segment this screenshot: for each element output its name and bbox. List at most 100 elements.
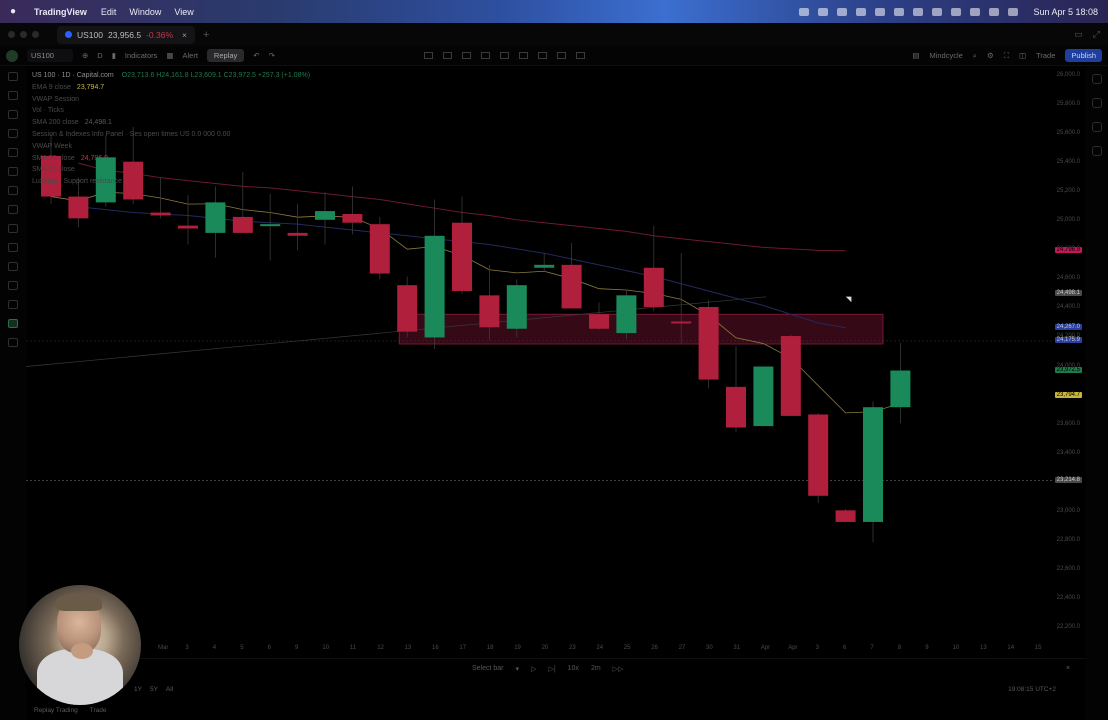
tray-icon[interactable] — [818, 7, 829, 16]
legend-indicator-row[interactable]: VWAP Session — [32, 94, 310, 106]
menu-view[interactable]: View — [174, 7, 193, 17]
tray-icon[interactable] — [951, 7, 962, 16]
trend-line-icon[interactable] — [8, 91, 18, 100]
ruler-icon[interactable] — [8, 224, 18, 233]
menubar-clock[interactable]: Sun Apr 5 18:08 — [1033, 7, 1098, 17]
legend-indicator-row[interactable]: SMA 50 close 24,796.9 — [32, 153, 310, 165]
trash-icon[interactable] — [8, 338, 18, 347]
trade-button[interactable]: Trade — [1036, 51, 1055, 60]
tab-trade[interactable]: Trade — [90, 707, 107, 714]
tool-icon[interactable] — [499, 52, 509, 59]
redo-icon[interactable]: ↷ — [269, 51, 275, 60]
tray-icon[interactable] — [799, 7, 810, 16]
chat-icon[interactable] — [1092, 146, 1102, 156]
step-forward-icon[interactable]: ▷| — [548, 665, 555, 673]
tray-icon[interactable] — [856, 7, 867, 16]
tool-icon[interactable] — [537, 52, 547, 59]
text-icon[interactable] — [8, 186, 18, 195]
eye-icon[interactable] — [8, 300, 18, 309]
chart-pane[interactable]: US 100 · 1D · Capital.com O23,713.6 H24,… — [26, 66, 1082, 658]
jump-to-realtime-icon[interactable]: ▷▷ — [613, 665, 624, 673]
snapshot-icon[interactable]: ◫ — [1019, 51, 1026, 60]
chevron-down-icon[interactable]: ▾ — [516, 665, 520, 673]
tray-icon[interactable] — [913, 7, 924, 16]
interval-button[interactable]: 2m — [591, 665, 601, 672]
quick-search-icon[interactable]: ⌕ — [973, 51, 977, 61]
lock-icon[interactable] — [8, 281, 18, 290]
chart-type-icon[interactable]: ▮ — [112, 51, 116, 60]
speed-button[interactable]: 10x — [568, 665, 579, 672]
legend-indicator-row[interactable]: Session & Indexes Info Panel · Ses open … — [32, 129, 310, 141]
watchlist-icon[interactable] — [1092, 74, 1102, 84]
fullscreen-icon[interactable]: ⤢ — [1093, 29, 1100, 40]
tool-icon[interactable] — [556, 52, 566, 59]
templates-icon[interactable]: ▦ — [166, 51, 173, 60]
menu-window[interactable]: Window — [129, 7, 161, 17]
fullscreen-icon[interactable]: ⛶ — [1004, 51, 1009, 61]
emoji-icon[interactable] — [8, 205, 18, 214]
tray-icon[interactable] — [875, 7, 886, 16]
layers-icon[interactable] — [1092, 122, 1102, 132]
clock-timezone[interactable]: 19:08:15 UTC+2 — [1008, 686, 1056, 693]
minimize-window-button[interactable] — [20, 31, 27, 38]
zoom-window-button[interactable] — [32, 31, 39, 38]
projection-icon[interactable] — [8, 148, 18, 157]
zoom-icon[interactable] — [8, 243, 18, 252]
magnet-icon[interactable] — [8, 262, 18, 271]
indicators-button[interactable]: Indicators — [125, 51, 158, 60]
legend-title[interactable]: US 100 · 1D · Capital.com — [32, 72, 114, 79]
layout-grid-icon[interactable]: ▤ — [912, 51, 919, 60]
play-icon[interactable]: ▷ — [531, 665, 536, 673]
crosshair-icon[interactable] — [8, 72, 18, 81]
tray-icon[interactable] — [894, 7, 905, 16]
chart-tab[interactable]: US100 23,956.5 -0.36% × — [57, 25, 195, 44]
control-center-icon[interactable] — [1008, 7, 1019, 16]
range-button[interactable]: 1Y — [134, 686, 142, 693]
brush-icon[interactable] — [8, 167, 18, 176]
profile-avatar[interactable] — [6, 49, 18, 62]
tool-icon[interactable] — [442, 52, 452, 59]
tool-icon[interactable] — [423, 52, 433, 59]
menu-edit[interactable]: Edit — [101, 7, 117, 17]
legend-indicator-row[interactable]: SMA 20 close — [32, 164, 310, 176]
legend-indicator-row[interactable]: EMA 9 close 23,794.7 — [32, 82, 310, 94]
hide-drawings-icon[interactable] — [8, 319, 18, 328]
close-tab-icon[interactable]: × — [182, 30, 187, 40]
select-bar-button[interactable]: Select bar — [472, 665, 504, 672]
tool-icon[interactable] — [480, 52, 490, 59]
legend-indicator-row[interactable]: VWAP Week — [32, 141, 310, 153]
interval-button[interactable]: D — [97, 51, 102, 60]
close-window-button[interactable] — [8, 31, 15, 38]
price-axis[interactable]: 26,000.0 25,800.0 25,600.0 25,400.0 25,200.0… — [1054, 66, 1082, 658]
range-button[interactable]: 5Y — [150, 686, 158, 693]
tool-icon[interactable] — [518, 52, 528, 59]
settings-icon[interactable]: ⚙ — [987, 51, 994, 60]
tray-icon[interactable] — [837, 7, 848, 16]
add-symbol-icon[interactable]: ⊕ — [82, 51, 88, 60]
tool-icon[interactable] — [575, 52, 585, 59]
new-tab-icon[interactable]: + — [203, 29, 209, 41]
tool-icon[interactable] — [461, 52, 471, 59]
tab-replay-trading[interactable]: Replay Trading — [34, 707, 78, 714]
layout-icon[interactable]: ▭ — [1074, 29, 1083, 40]
legend-indicator-row[interactable]: LuxAlgo · Support resistance — [32, 176, 310, 188]
pattern-icon[interactable] — [8, 129, 18, 138]
tray-icon[interactable] — [970, 7, 981, 16]
alert-button[interactable]: Alert — [182, 51, 197, 60]
close-replay-icon[interactable]: × — [1066, 665, 1070, 672]
publish-button[interactable]: Publish — [1065, 49, 1102, 62]
layout-name-button[interactable]: Mindcycle — [929, 51, 962, 60]
fib-icon[interactable] — [8, 110, 18, 119]
time-axis[interactable]: Mar 3 4 5 6 9 10 11 12 13 16 17 18 19 20 23 24 25 26 27 30 31… — [26, 645, 1054, 657]
replay-button[interactable]: Replay — [206, 49, 245, 62]
menu-app-name[interactable]: TradingView — [34, 7, 87, 17]
legend-indicator-row[interactable]: SMA 200 close 24,498.1 — [32, 117, 310, 129]
alerts-icon[interactable] — [1092, 98, 1102, 108]
symbol-search-input[interactable]: US100 — [27, 49, 73, 62]
tray-icon[interactable] — [932, 7, 943, 16]
range-button[interactable]: All — [166, 686, 173, 693]
undo-icon[interactable]: ↶ — [253, 51, 259, 60]
wifi-icon[interactable] — [989, 7, 1000, 16]
legend-indicator-row[interactable]: Vol · Ticks — [32, 105, 310, 117]
apple-icon[interactable]: ● — [10, 6, 22, 17]
